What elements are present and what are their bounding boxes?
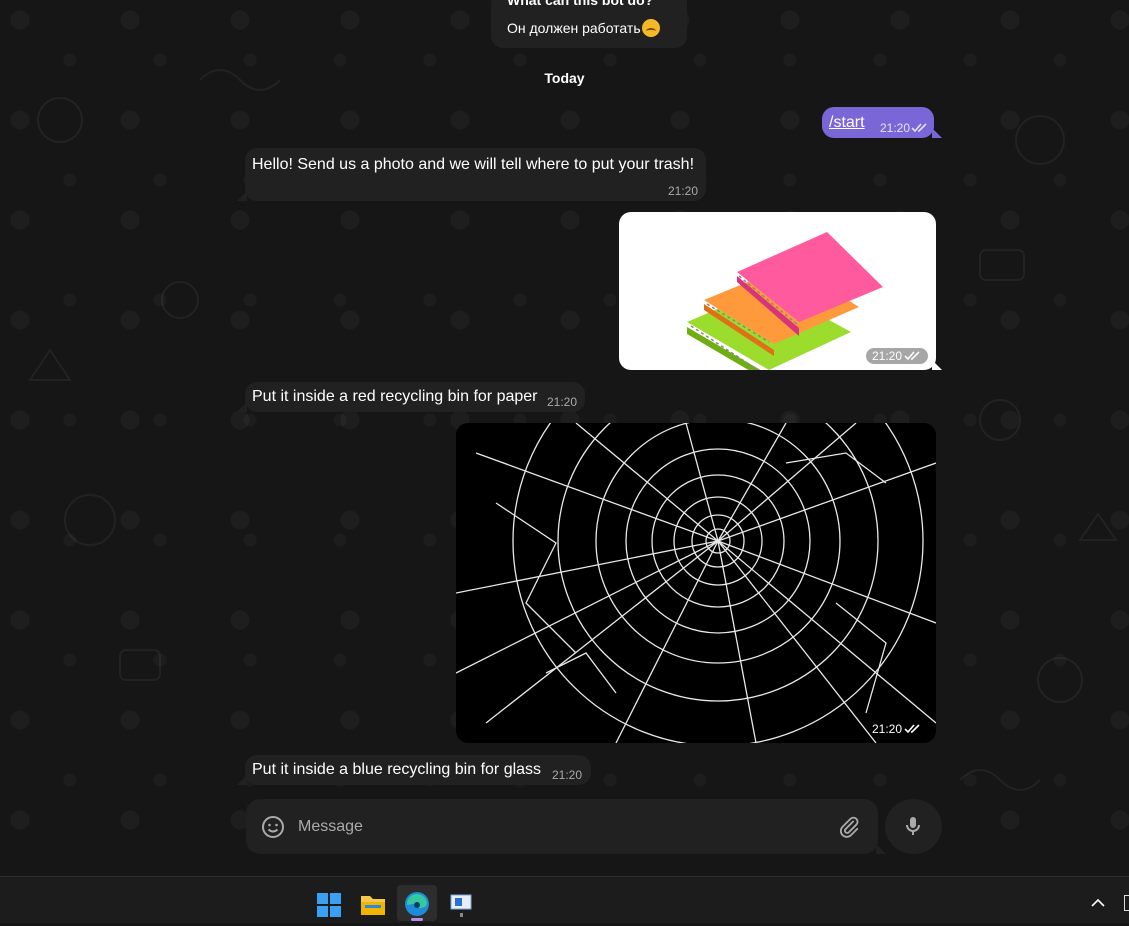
- bot-description-bubble: What can this bot do? Он должен работать: [491, 0, 687, 48]
- photo-time-badge: 21:20: [865, 348, 928, 364]
- message-out-start[interactable]: /start 21:20: [822, 107, 942, 138]
- upside-down-face-emoji-icon: [641, 19, 660, 37]
- message-time: 21:20: [547, 395, 578, 409]
- message-out-photo-broken-glass[interactable]: 21:20: [456, 423, 936, 743]
- command-link[interactable]: /start: [829, 114, 865, 132]
- message-time: 21:20: [880, 121, 911, 135]
- message-out-photo-notebooks[interactable]: 21:20: [619, 212, 936, 370]
- app-window-icon[interactable]: [441, 885, 481, 921]
- message-in-glass-reply[interactable]: Put it inside a blue recycling bin for g…: [237, 755, 591, 785]
- double-check-icon: [904, 351, 920, 361]
- double-check-icon: [911, 123, 927, 133]
- message-time: 21:20: [871, 722, 902, 736]
- tray-edge-fragment: [1124, 895, 1129, 911]
- message-composer: [246, 799, 886, 854]
- message-in-greeting[interactable]: Hello! Send us a photo and we will tell …: [237, 148, 706, 201]
- broken-glass-image: [456, 423, 936, 743]
- message-time: 21:20: [552, 768, 583, 782]
- paperclip-icon[interactable]: [838, 816, 860, 838]
- bot-description-text: Он должен работать: [507, 19, 660, 37]
- active-indicator: [411, 918, 423, 921]
- bot-description-text-content: Он должен работать: [507, 20, 641, 36]
- microphone-icon: [906, 817, 920, 835]
- windows-taskbar: [0, 876, 1129, 923]
- file-explorer-icon[interactable]: [353, 885, 393, 921]
- photo-time-badge: 21:20: [866, 721, 928, 737]
- message-time: 21:20: [668, 184, 699, 198]
- message-time: 21:20: [871, 349, 902, 363]
- windows-start-icon[interactable]: [309, 885, 349, 921]
- edge-browser-icon[interactable]: [397, 885, 437, 921]
- message-in-paper-reply[interactable]: Put it inside a red recycling bin for pa…: [237, 382, 585, 412]
- photo-tail: [932, 360, 942, 370]
- smile-icon[interactable]: [261, 815, 285, 839]
- bot-description-title: What can this bot do?: [507, 0, 654, 8]
- message-input[interactable]: [296, 813, 820, 841]
- message-text: Put it inside a blue recycling bin for g…: [252, 761, 542, 778]
- microphone-button[interactable]: [885, 799, 942, 854]
- chevron-up-icon[interactable]: [1091, 898, 1105, 908]
- message-text: Put it inside a red recycling bin for pa…: [252, 388, 538, 405]
- message-text: Hello! Send us a photo and we will tell …: [252, 156, 695, 173]
- notebooks-image: [687, 232, 883, 370]
- double-check-icon: [904, 724, 920, 734]
- date-separator: Today: [544, 70, 585, 86]
